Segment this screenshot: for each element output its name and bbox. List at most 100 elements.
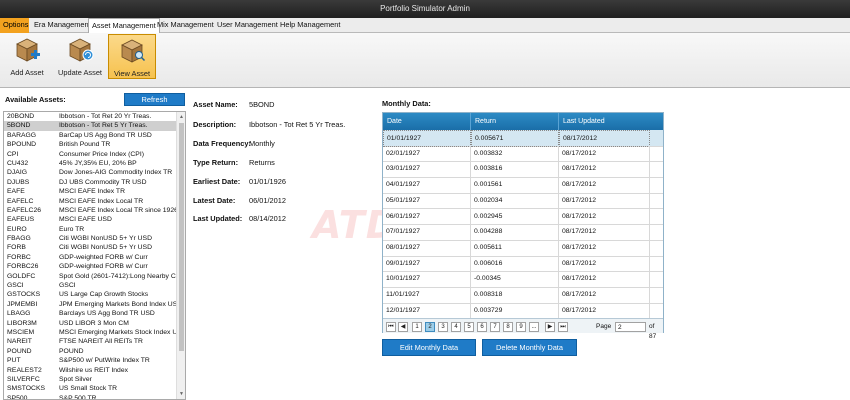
edit-monthly-data-button[interactable]: Edit Monthly Data	[382, 339, 476, 356]
table-row[interactable]: 09/01/1927 0.006016 08/17/2012	[383, 255, 663, 273]
asset-list-item[interactable]: EAFEUS MSCI EAFE USD	[4, 215, 185, 224]
table-row[interactable]: 07/01/1927 0.004288 08/17/2012	[383, 224, 663, 241]
tab-era-management[interactable]: Era Management	[31, 18, 94, 33]
first-page-icon[interactable]: ⏮	[386, 322, 396, 332]
asset-description: 45% JY,35% EU, 20% BP	[59, 159, 137, 167]
page-button[interactable]: 2	[425, 322, 435, 332]
table-row[interactable]: 08/01/1927 0.005611 08/17/2012	[383, 239, 663, 257]
asset-list-item[interactable]: CPI Consumer Price Index (CPI)	[4, 150, 185, 159]
table-row[interactable]: 03/01/1927 0.003816 08/17/2012	[383, 161, 663, 179]
page-button[interactable]: 6	[477, 322, 487, 332]
tab-help-management[interactable]: Help Management	[277, 18, 343, 33]
asset-list-item[interactable]: BPOUND British Pound TR	[4, 140, 185, 149]
page-button[interactable]: 9	[516, 322, 526, 332]
cell-last-updated: 08/17/2012	[559, 130, 650, 147]
asset-list-item[interactable]: FORBC26 GDP-weighted FORB w/ Curr	[4, 262, 185, 271]
scroll-up-icon[interactable]: ▲	[177, 113, 185, 121]
asset-list-item[interactable]: FORB Citi WGBI NonUSD 5+ Yr USD	[4, 243, 185, 252]
asset-list-item[interactable]: PUT S&P500 w/ PutWrite Index TR	[4, 356, 185, 365]
column-header-date[interactable]: Date	[383, 113, 471, 130]
asset-list-item[interactable]: DJAIG Dow Jones-AIG Commodity Index TR	[4, 168, 185, 177]
asset-description: MSCI Emerging Markets Stock Index U	[59, 328, 178, 336]
page-button[interactable]: 7	[490, 322, 500, 332]
cell-return: 0.003729	[471, 302, 559, 320]
tab-asset-management[interactable]: Asset Management	[88, 18, 160, 34]
asset-list-item[interactable]: 5BOND Ibbotson - Tot Ret 5 Yr Treas.	[4, 121, 185, 131]
earliest-date-label: Earliest Date:	[193, 177, 241, 186]
asset-list-item[interactable]: LIBOR3M USD LIBOR 3 Mon CM	[4, 319, 185, 328]
scroll-thumb[interactable]	[179, 123, 184, 351]
page-button[interactable]: 4	[451, 322, 461, 332]
table-row[interactable]: 02/01/1927 0.003832 08/17/2012	[383, 145, 663, 163]
asset-list-item[interactable]: EAFELC MSCI EAFE Index Local TR	[4, 197, 185, 206]
refresh-button[interactable]: Refresh	[124, 93, 185, 106]
asset-list-item[interactable]: LBAGG Barclays US Agg Bond TR USD	[4, 309, 185, 318]
asset-list-item[interactable]: GSCI GSCI	[4, 281, 185, 290]
delete-monthly-data-button[interactable]: Delete Monthly Data	[482, 339, 577, 356]
page-button[interactable]: 5	[464, 322, 474, 332]
column-header-return[interactable]: Return	[471, 113, 559, 130]
asset-list-item[interactable]: EURO Euro TR	[4, 225, 185, 234]
table-row[interactable]: 10/01/1927 -0.00345 08/17/2012	[383, 271, 663, 288]
tab-mix-management[interactable]: Mix Management	[154, 18, 217, 33]
cell-last-updated: 08/17/2012	[559, 224, 650, 241]
asset-description: GSCI	[59, 282, 76, 290]
cell-date: 02/01/1927	[383, 145, 471, 163]
asset-list-item[interactable]: MSCIEM MSCI Emerging Markets Stock Index …	[4, 328, 185, 337]
asset-list-item[interactable]: BARAGG BarCap US Agg Bond TR USD	[4, 131, 185, 140]
asset-list-item[interactable]: REALEST2 Wilshire us REIT Index	[4, 366, 185, 375]
table-row[interactable]: 11/01/1927 0.008318 08/17/2012	[383, 287, 663, 304]
cell-date: 07/01/1927	[383, 224, 471, 241]
menu-options[interactable]: Options	[0, 18, 29, 33]
asset-list-item[interactable]: POUND POUND	[4, 347, 185, 356]
asset-list-item[interactable]: FBAGG Citi WGBI NonUSD 5+ Yr USD	[4, 234, 185, 243]
add-asset-button[interactable]: Add Asset	[4, 34, 50, 77]
asset-list-item[interactable]: GOLDFC Spot Gold (2601-7412):Long Nearby …	[4, 272, 185, 281]
cell-return: 0.002034	[471, 192, 559, 210]
asset-name-label: Asset Name:	[193, 100, 238, 109]
table-row[interactable]: 04/01/1927 0.001561 08/17/2012	[383, 177, 663, 194]
page-number-input[interactable]: 2	[615, 322, 646, 332]
asset-list-item[interactable]: FORBC GDP-weighted FORB w/ Curr	[4, 253, 185, 262]
asset-list-item[interactable]: CU432 45% JY,35% EU, 20% BP	[4, 159, 185, 168]
page-button[interactable]: 1	[412, 322, 422, 332]
asset-description: MSCI EAFE USD	[59, 216, 112, 224]
asset-list-scrollbar[interactable]: ▲ ▼	[176, 112, 185, 399]
view-asset-button[interactable]: View Asset	[108, 34, 156, 79]
table-row[interactable]: 06/01/1927 0.002945 08/17/2012	[383, 208, 663, 226]
cell-date: 10/01/1927	[383, 271, 471, 288]
asset-list-item[interactable]: SP500 S&P 500 TR	[4, 394, 185, 399]
cell-last-updated: 08/17/2012	[559, 271, 650, 288]
asset-code: FORBC26	[7, 263, 39, 271]
asset-list-item[interactable]: SMSTOCKS US Small Stock TR	[4, 384, 185, 393]
scroll-down-icon[interactable]: ▼	[177, 390, 185, 398]
type-return-value: Returns	[249, 158, 275, 167]
page-button[interactable]: 8	[503, 322, 513, 332]
update-asset-button[interactable]: Update Asset	[54, 34, 106, 77]
page-button[interactable]: ...	[529, 322, 539, 332]
asset-list[interactable]: 20BOND Ibbotson - Tot Ret 20 Yr Treas. 5BO…	[3, 111, 186, 400]
asset-list-item[interactable]: JPMEMBI JPM Emerging Markets Bond Index U…	[4, 300, 185, 309]
table-row[interactable]: 01/01/1927 0.005671 08/17/2012	[383, 130, 663, 147]
asset-code: DJAIG	[7, 169, 28, 177]
latest-date-value: 06/01/2012	[249, 196, 286, 205]
asset-list-item[interactable]: SILVERFC Spot Silver	[4, 375, 185, 384]
asset-list-item[interactable]: EAFE MSCI EAFE Index TR	[4, 187, 185, 196]
table-row[interactable]: 05/01/1927 0.002034 08/17/2012	[383, 192, 663, 210]
asset-list-item[interactable]: NAREIT FTSE NAREIT All REITs TR	[4, 337, 185, 346]
tab-user-management[interactable]: User Management	[214, 18, 281, 33]
asset-list-item[interactable]: DJUBS DJ UBS Commodity TR USD	[4, 178, 185, 187]
next-page-icon[interactable]: ▶	[545, 322, 555, 332]
asset-code: SMSTOCKS	[7, 385, 46, 393]
last-page-icon[interactable]: ⏭	[558, 322, 568, 332]
prev-page-icon[interactable]: ◀	[398, 322, 408, 332]
asset-description: MSCI EAFE Index Local TR since 1926	[59, 206, 178, 214]
asset-list-item[interactable]: 20BOND Ibbotson - Tot Ret 20 Yr Treas.	[4, 112, 185, 121]
asset-list-item[interactable]: EAFELC26 MSCI EAFE Index Local TR since 1…	[4, 206, 185, 215]
column-header-last-updated[interactable]: Last Updated	[559, 113, 663, 130]
asset-description: USD LIBOR 3 Mon CM	[59, 319, 129, 327]
asset-list-item[interactable]: GSTOCKS US Large Cap Growth Stocks	[4, 290, 185, 299]
asset-code: CU432	[7, 159, 29, 167]
page-button[interactable]: 3	[438, 322, 448, 332]
table-row[interactable]: 12/01/1927 0.003729 08/17/2012	[383, 302, 663, 320]
